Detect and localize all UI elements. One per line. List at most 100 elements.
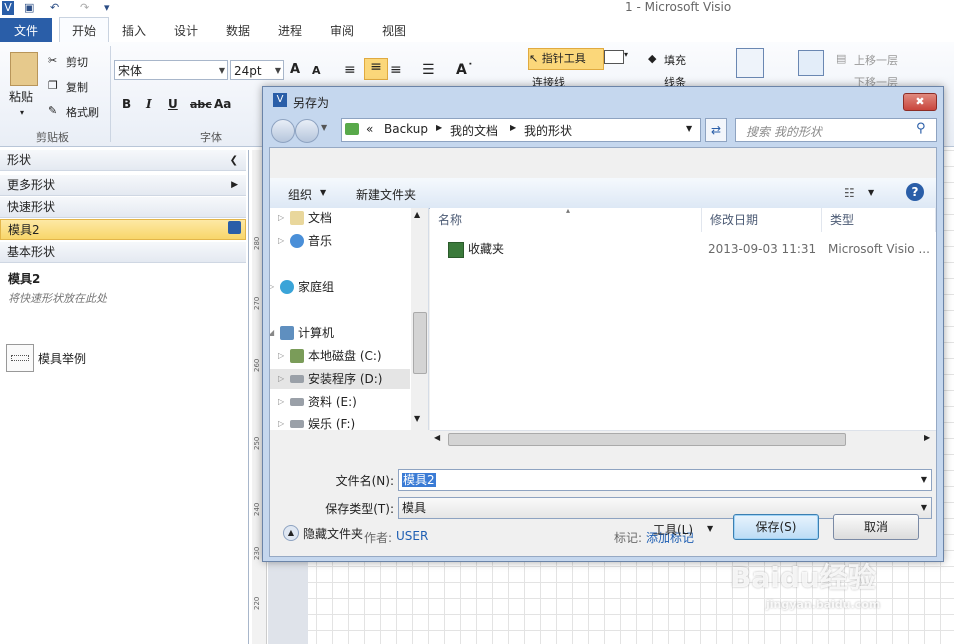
breadcrumb-backup[interactable]: Backup: [384, 122, 428, 136]
bold-button[interactable]: B: [122, 97, 131, 111]
view-options-icon[interactable]: ☷: [844, 186, 855, 200]
change-case-button[interactable]: Aa: [214, 97, 231, 111]
filename-input[interactable]: 模具2 ▼: [398, 469, 932, 491]
tab-home[interactable]: 开始: [59, 17, 109, 44]
author-label: 作者:: [364, 531, 393, 545]
shrink-font-button[interactable]: A: [312, 64, 321, 77]
close-icon[interactable]: ✖: [903, 93, 937, 111]
column-header-date[interactable]: 修改日期: [702, 208, 822, 232]
bullets-icon[interactable]: ☰: [422, 62, 435, 78]
customize-toolbar-icon[interactable]: ▾: [104, 1, 110, 15]
save-button[interactable]: 保存(S): [733, 514, 819, 540]
new-folder-button[interactable]: 新建文件夹: [356, 186, 416, 203]
grow-font-button[interactable]: A: [290, 62, 300, 77]
align-middle-icon[interactable]: ≡: [364, 58, 388, 80]
copy-icon: ❐: [48, 79, 58, 92]
chevron-down-icon[interactable]: ▾: [624, 50, 628, 59]
recent-pages-icon[interactable]: ▼: [321, 123, 327, 132]
save-stencil-icon[interactable]: [228, 221, 241, 234]
pointer-tool-button[interactable]: ↖ 指针工具: [528, 48, 604, 70]
stencil2-row[interactable]: 模具2: [0, 219, 246, 240]
search-box[interactable]: 搜索 我的形状 ⚲: [735, 118, 937, 142]
cancel-button[interactable]: 取消: [833, 514, 919, 540]
tree-item-homegroup[interactable]: ▷家庭组: [270, 277, 334, 297]
format-painter-button[interactable]: 格式刷: [66, 104, 99, 120]
dialog-title-bar[interactable]: V 另存为 ✖: [263, 87, 943, 115]
tree-scrollbar[interactable]: ▲ ▼: [411, 208, 428, 430]
quick-shapes-row[interactable]: 快速形状: [0, 197, 246, 218]
refresh-icon[interactable]: ⇄: [705, 118, 727, 142]
scrollbar-thumb[interactable]: [413, 312, 427, 374]
chevron-down-icon[interactable]: ▼: [921, 470, 927, 490]
table-row[interactable]: 收藏夹 2013-09-03 11:31 Microsoft Visio ...: [430, 238, 936, 260]
rectangle-tool-icon[interactable]: [604, 50, 624, 64]
scroll-down-icon[interactable]: ▼: [414, 414, 420, 423]
group-icon[interactable]: [798, 50, 824, 76]
column-header-type[interactable]: 类型: [822, 208, 936, 232]
underline-button[interactable]: U: [168, 97, 178, 111]
author-value[interactable]: USER: [396, 529, 428, 543]
tab-view[interactable]: 视图: [374, 18, 414, 42]
tree-item-disk-f[interactable]: ▷ 娱乐 (F:): [278, 414, 355, 430]
tab-design[interactable]: 设计: [166, 18, 206, 42]
tab-file[interactable]: 文件: [0, 18, 52, 42]
chevron-down-icon[interactable]: ▼: [686, 124, 692, 133]
organize-button[interactable]: 组织: [288, 186, 312, 203]
tree-item-computer[interactable]: ◢计算机: [270, 323, 334, 343]
scrollbar-thumb[interactable]: [448, 433, 846, 446]
undo-icon[interactable]: ↶: [50, 1, 59, 15]
chevron-down-icon[interactable]: ▼: [868, 188, 874, 197]
copy-button[interactable]: 复制: [66, 79, 88, 95]
tree-item-disk-e[interactable]: ▷ 资料 (E:): [278, 392, 357, 412]
help-icon[interactable]: ?: [906, 183, 924, 201]
tree-item-disk-c[interactable]: ▷ 本地磁盘 (C:): [278, 346, 382, 366]
position-icon[interactable]: [736, 48, 764, 78]
collapse-pane-icon[interactable]: ❮: [230, 150, 238, 171]
strikethrough-button[interactable]: abc: [190, 98, 212, 111]
bring-forward-button[interactable]: 上移一层: [854, 52, 898, 68]
breadcrumb-overflow[interactable]: «: [366, 122, 373, 136]
tab-data[interactable]: 数据: [218, 18, 258, 42]
breadcrumb-my-shapes[interactable]: 我的形状: [524, 122, 572, 139]
navigation-tree: ▷文档 ▷音乐 ▷家庭组 ◢计算机 ▷本地磁盘 (C:) ▷安装程序 (D:) …: [270, 208, 429, 430]
chevron-down-icon[interactable]: ▼: [921, 498, 927, 518]
hide-folders-icon[interactable]: ▲: [283, 525, 299, 541]
align-top-icon[interactable]: ≡: [344, 62, 356, 78]
italic-button[interactable]: I: [146, 97, 152, 111]
address-bar[interactable]: « Backup ▶ 我的文档 ▶ 我的形状 ▼: [341, 118, 701, 142]
example-shape-icon[interactable]: [6, 344, 34, 372]
hide-folders-button[interactable]: 隐藏文件夹: [303, 525, 363, 542]
chevron-down-icon[interactable]: ▼: [707, 524, 713, 533]
align-bottom-icon[interactable]: ≡: [390, 62, 402, 78]
more-shapes-row[interactable]: 更多形状 ▶: [0, 175, 246, 196]
fill-button[interactable]: 填充: [664, 52, 686, 68]
horizontal-scrollbar[interactable]: ◀ ▶: [430, 430, 936, 448]
tools-button[interactable]: 工具(L): [653, 521, 693, 538]
tree-item-music[interactable]: ▷ 音乐: [278, 231, 332, 251]
ruler-tick: 240: [253, 502, 261, 516]
breadcrumb-documents[interactable]: 我的文档: [450, 122, 498, 139]
scroll-left-icon[interactable]: ◀: [434, 433, 440, 442]
tree-item-documents[interactable]: ▷ 文档: [278, 208, 332, 228]
redo-icon[interactable]: ↷: [80, 1, 89, 15]
tab-process[interactable]: 进程: [270, 18, 310, 42]
ribbon-tabs: 文件 开始 插入 设计 数据 进程 审阅 视图: [0, 17, 954, 44]
tree-item-disk-d[interactable]: ▷ 安装程序 (D:): [270, 369, 410, 389]
basic-shapes-label: 基本形状: [7, 245, 56, 259]
font-size-combo[interactable]: 24pt ▼: [230, 60, 284, 80]
cut-button[interactable]: 剪切: [66, 54, 88, 70]
font-name-combo[interactable]: 宋体 ▼: [114, 60, 228, 80]
text-style-icon[interactable]: A˙: [456, 62, 474, 78]
scroll-up-icon[interactable]: ▲: [414, 210, 420, 219]
save-icon[interactable]: ▣: [24, 1, 34, 15]
paste-dropdown-icon[interactable]: ▾: [20, 108, 24, 117]
forward-icon[interactable]: [295, 119, 319, 143]
computer-icon: [280, 326, 294, 340]
basic-shapes-row[interactable]: 基本形状: [0, 242, 246, 263]
back-icon[interactable]: [271, 119, 295, 143]
paste-button[interactable]: 粘贴: [9, 88, 33, 105]
tab-review[interactable]: 审阅: [322, 18, 362, 42]
search-icon[interactable]: ⚲: [916, 121, 926, 136]
tab-insert[interactable]: 插入: [114, 18, 154, 42]
scroll-right-icon[interactable]: ▶: [924, 433, 930, 442]
